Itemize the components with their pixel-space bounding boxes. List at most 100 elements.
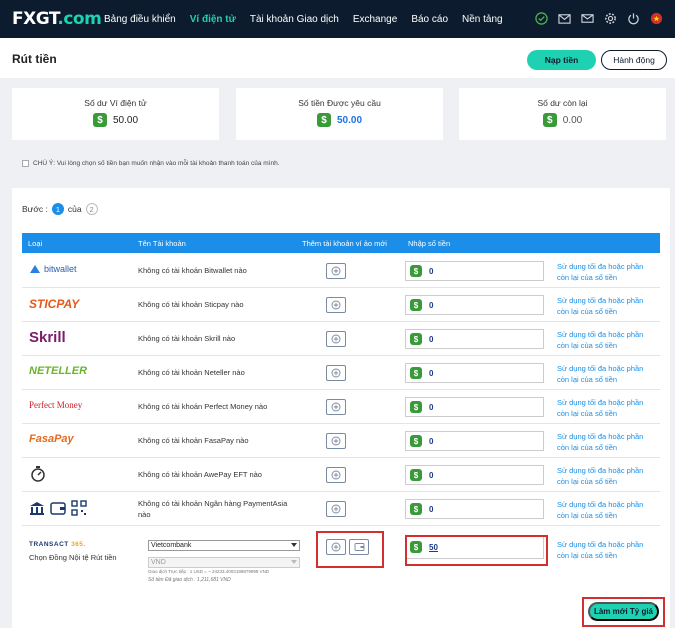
amount-input[interactable]: $0: [405, 363, 544, 383]
flag-icon[interactable]: [649, 11, 663, 25]
nav-exchange[interactable]: Exchange: [353, 14, 397, 25]
traded-amount-text: Số tiền Đã giao dịch : 1,211,681 VND: [148, 577, 231, 583]
use-max-link[interactable]: Sử dụng tối đa hoặc phần còn lại của số …: [557, 499, 657, 521]
card-value: $50.00: [236, 113, 443, 127]
col-add-wallet: Thêm tài khoản ví ảo mới: [302, 239, 387, 248]
neteller-logo: NETELLER: [29, 365, 88, 377]
shield-check-icon[interactable]: [534, 11, 548, 25]
step-1: 1: [51, 203, 64, 215]
highlight-wallet-buttons: [316, 531, 384, 568]
use-max-link[interactable]: Sử dụng tối đa hoặc phần còn lại của số …: [557, 295, 657, 317]
dollar-icon: $: [542, 113, 557, 127]
action-button[interactable]: Hành động: [601, 50, 667, 70]
dollar-icon: $: [410, 367, 422, 379]
highlight-amount-input: [405, 535, 548, 566]
card-label: Số dư Ví điện tử: [84, 98, 147, 108]
amount-input[interactable]: $0: [405, 465, 544, 485]
wallet-icon: [50, 502, 66, 515]
step-indicator: Bước : 1 của 2: [22, 203, 98, 215]
wallet-balance-card: Số dư Ví điện tử $50.00: [12, 88, 219, 140]
gear-icon[interactable]: [603, 11, 617, 25]
dollar-icon: $: [410, 265, 422, 277]
col-type: Loại: [28, 239, 43, 248]
mail-icon[interactable]: [557, 11, 571, 25]
use-max-link[interactable]: Sử dụng tối đa hoặc phần còn lại của số …: [557, 261, 657, 283]
table-header: Loại Tên Tài khoản Thêm tài khoản ví ảo …: [22, 233, 660, 253]
nav-links: Bảng điều khiển Ví điện tử Tài khoản Gia…: [104, 14, 517, 25]
use-max-link[interactable]: Sử dụng tối đa hoặc phần còn lại của số …: [557, 539, 657, 561]
page-title: Rút tiền: [12, 52, 57, 66]
nav-platforms[interactable]: Nền tảng: [462, 14, 503, 25]
bitwallet-logo: bitwallet: [29, 264, 77, 274]
col-amount: Nhập số tiền: [408, 239, 451, 248]
card-label: Số dư còn lại: [537, 98, 588, 108]
deposit-button[interactable]: Nạp tiền: [527, 50, 596, 70]
use-max-link[interactable]: Sử dụng tối đa hoặc phần còn lại của số …: [557, 363, 657, 385]
card-value: $50.00: [12, 113, 219, 127]
use-max-link[interactable]: Sử dụng tối đa hoặc phần còn lại của số …: [557, 431, 657, 453]
amount-input[interactable]: $0: [405, 295, 544, 315]
amount-input[interactable]: $0: [405, 397, 544, 417]
paymentasia-icons: [29, 500, 87, 516]
transact365-logo: TRANSACT 365.: [29, 541, 86, 548]
add-wallet-button[interactable]: [326, 501, 346, 517]
add-wallet-button[interactable]: [326, 365, 346, 381]
notice-text: CHÚ Ý: Vui lòng chọn số tiền bạn muốn nh…: [22, 160, 280, 167]
fasapay-logo: FasaPay: [29, 433, 74, 445]
nav-wallet[interactable]: Ví điện tử: [190, 14, 236, 25]
requested-amount-card: Số tiền Được yêu cầu $50.00: [236, 88, 443, 140]
awepay-stopwatch-icon: [29, 465, 47, 485]
dollar-icon: $: [410, 435, 422, 447]
table-row: Không có tài khoản AwePay EFT nào $0 Sử …: [22, 458, 660, 492]
sticpay-logo: STICPAY: [29, 297, 80, 311]
dollar-icon: $: [410, 333, 422, 345]
amount-input[interactable]: $0: [405, 499, 544, 519]
add-wallet-button[interactable]: [326, 297, 346, 313]
add-wallet-button[interactable]: [326, 263, 346, 279]
nav-reports[interactable]: Báo cáo: [411, 14, 448, 25]
refresh-rate-button[interactable]: Làm mới Tỷ giá: [588, 602, 659, 621]
top-navigation: FXGT.com Bảng điều khiển Ví điện tử Tài …: [0, 0, 675, 38]
amount-input[interactable]: $0: [405, 431, 544, 451]
add-wallet-button[interactable]: [326, 467, 346, 483]
col-account-name: Tên Tài khoản: [138, 239, 186, 248]
nav-trading-accounts[interactable]: Tài khoản Giao dịch: [250, 14, 339, 25]
envelope-icon[interactable]: [580, 11, 594, 25]
use-max-link[interactable]: Sử dụng tối đa hoặc phần còn lại của số …: [557, 465, 657, 487]
table-row: Skrill Không có tài khoản Skrill nào $0 …: [22, 322, 660, 356]
power-icon[interactable]: [626, 11, 640, 25]
remaining-balance-card: Số dư còn lại $0.00: [459, 88, 666, 140]
card-value: $0.00: [459, 113, 666, 127]
table-row: Không có tài khoản Ngân hàng PaymentAsia…: [22, 492, 660, 526]
bank-select[interactable]: Vietcombank: [148, 540, 300, 551]
add-wallet-button[interactable]: [326, 399, 346, 415]
fxgt-logo[interactable]: FXGT.com: [12, 9, 102, 29]
qr-code-icon: [71, 500, 87, 516]
dollar-icon: $: [316, 113, 331, 127]
table-row: bitwallet Không có tài khoản Bitwallet n…: [22, 254, 660, 288]
nav-dashboard[interactable]: Bảng điều khiển: [104, 14, 176, 25]
exchange-rate-text: Giao dịch Trực tiếp : 1 USD = ~ 24233.40…: [148, 569, 270, 574]
use-max-link[interactable]: Sử dụng tối đa hoặc phần còn lại của số …: [557, 329, 657, 351]
local-currency-label: Chọn Đồng Nội tệ Rút tiền: [29, 553, 117, 562]
add-wallet-button[interactable]: [326, 331, 346, 347]
dollar-icon: $: [410, 503, 422, 515]
nav-icons: [534, 11, 663, 25]
dollar-icon: $: [92, 113, 107, 127]
card-label: Số tiền Được yêu cầu: [298, 98, 381, 108]
table-row: Perfect Money Không có tài khoản Perfect…: [22, 390, 660, 424]
dollar-icon: $: [410, 299, 422, 311]
step-2: 2: [85, 203, 98, 215]
currency-select[interactable]: VND: [148, 557, 300, 568]
dollar-icon: $: [410, 469, 422, 481]
amount-input[interactable]: $0: [405, 261, 544, 281]
table-row: STICPAY Không có tài khoản Sticpay nào $…: [22, 288, 660, 322]
table-row: NETELLER Không có tài khoản Neteller nào…: [22, 356, 660, 390]
add-wallet-button[interactable]: [326, 433, 346, 449]
use-max-link[interactable]: Sử dụng tối đa hoặc phần còn lại của số …: [557, 397, 657, 419]
title-bar: Rút tiền Nạp tiền Hành động: [0, 38, 675, 78]
notice-checkbox[interactable]: [22, 160, 29, 167]
dollar-icon: $: [410, 401, 422, 413]
bank-icon: [30, 502, 44, 515]
amount-input[interactable]: $0: [405, 329, 544, 349]
